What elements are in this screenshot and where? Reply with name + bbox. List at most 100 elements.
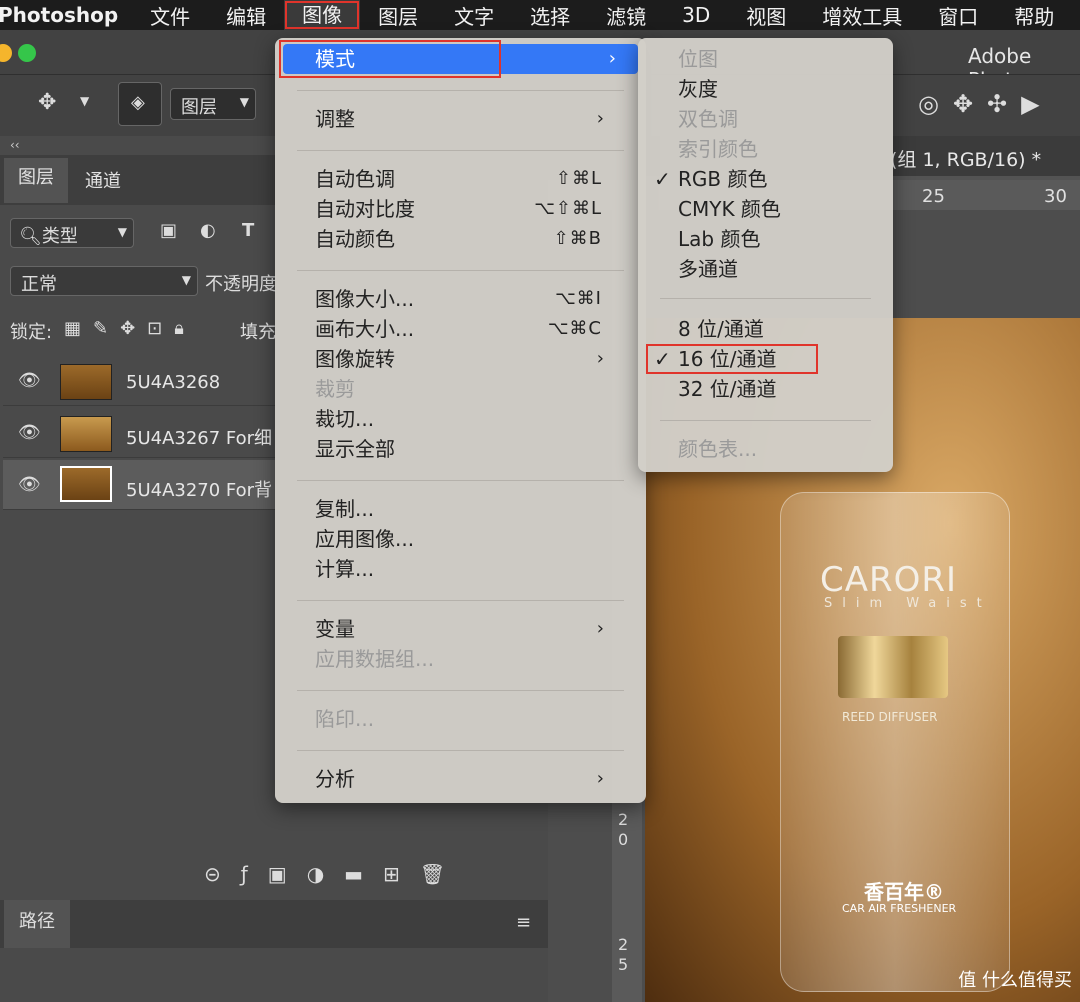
ruler-tick-label: 30 [1044, 186, 1067, 207]
menu-item-variables[interactable]: 变量 › [315, 614, 626, 644]
menu-plugins[interactable]: 增效工具 [804, 1, 920, 30]
chevron-right-icon: › [596, 108, 604, 129]
menu-item-label: 陷印... [315, 707, 375, 731]
tab-layers[interactable]: 图层 [4, 158, 68, 203]
menu-item-label: 颜色表... [678, 437, 758, 461]
ruler-tick-label: 2 [618, 935, 629, 954]
chevron-down-icon[interactable]: ▼ [80, 94, 89, 108]
menu-item-adjust[interactable]: 调整 › [315, 104, 626, 134]
lock-icons[interactable]: ▦✎✥⊡🔒︎ [64, 318, 196, 339]
menu-item-label: 裁切... [315, 407, 375, 431]
tab-channels[interactable]: 通道 [85, 167, 121, 193]
menu-item-cmyk[interactable]: CMYK 颜色 [678, 194, 873, 224]
auto-select-button[interactable]: ◈ [118, 82, 162, 126]
menu-edit[interactable]: 编辑 [208, 1, 284, 30]
menu-item-label: 画布大小... [315, 317, 415, 341]
menu-item-image-rotation[interactable]: 图像旋转 › [315, 344, 626, 374]
menu-item-apply-image[interactable]: 应用图像... [315, 524, 626, 554]
fill-label: 填充 [240, 322, 276, 343]
menu-item-crop: 裁剪 [315, 374, 626, 404]
menu-divider [660, 420, 871, 421]
product-label: CAR AIR FRESHENER [842, 902, 957, 915]
menu-file[interactable]: 文件 [132, 1, 208, 30]
menu-item-label: 裁剪 [315, 377, 355, 401]
tab-paths[interactable]: 路径 [4, 900, 70, 948]
menu-view[interactable]: 视图 [728, 1, 804, 30]
eye-icon[interactable]: 👁︎ [18, 422, 41, 443]
menu-item-reveal-all[interactable]: 显示全部 [315, 434, 626, 464]
menu-item-label: 双色调 [678, 107, 738, 131]
menu-help[interactable]: 帮助 [996, 1, 1072, 30]
menu-item-duplicate[interactable]: 复制... [315, 494, 626, 524]
chevron-right-icon: › [596, 348, 604, 369]
move-tool-icon[interactable]: ✥ [38, 90, 56, 115]
collapse-panel-button[interactable]: ‹‹ [10, 138, 20, 152]
menu-item-label: 应用数据组... [315, 647, 435, 671]
menu-divider [297, 600, 624, 601]
ruler-tick-label: 0 [618, 830, 629, 849]
menu-item-analysis[interactable]: 分析 › [315, 764, 626, 794]
menu-item-grayscale[interactable]: 灰度 [678, 74, 873, 104]
layer-thumbnail [60, 364, 112, 400]
menu-type[interactable]: 文字 [436, 1, 512, 30]
menubar: Photoshop 文件 编辑 图像 图层 文字 选择 滤镜 3D 视图 增效工… [0, 0, 1080, 30]
blend-mode-dropdown[interactable]: 正常 ▼ [10, 266, 198, 296]
adjustment-filter-icon[interactable]: ◐ [200, 220, 216, 241]
panel-menu-icon[interactable]: ≡ [516, 912, 531, 933]
layer-filter-dropdown[interactable]: 🔍︎类型 ▼ [10, 218, 134, 248]
menu-item-auto-color[interactable]: 自动颜色 ⇧⌘B [315, 224, 626, 254]
menu-item-trap: 陷印... [315, 704, 626, 734]
menu-item-label: 复制... [315, 497, 375, 521]
3d-tools-icons[interactable]: ◎✥✣▶ [918, 90, 1054, 118]
menu-divider [297, 480, 624, 481]
type-filter-icon[interactable]: T [242, 220, 254, 241]
app-menu[interactable]: Photoshop [0, 3, 132, 27]
auto-select-value: 图层 [181, 97, 217, 118]
layer-actions-icons[interactable]: ⊝ƒ▣◑▬⊞🗑︎ [204, 862, 465, 886]
menu-divider [297, 90, 624, 91]
menu-item-label: 应用图像... [315, 527, 415, 551]
menu-divider [660, 298, 871, 299]
shortcut: ⇧⌘L [555, 168, 602, 189]
image-filter-icon[interactable]: ▣ [160, 220, 177, 241]
menu-select[interactable]: 选择 [512, 1, 588, 30]
menu-item-lab[interactable]: Lab 颜色 [678, 224, 873, 254]
menu-item-label: 调整 [315, 107, 355, 131]
layer-thumbnail [60, 416, 112, 452]
menu-item-32bit[interactable]: 32 位/通道 [678, 374, 873, 404]
menu-item-trim[interactable]: 裁切... [315, 404, 626, 434]
document-tab-title[interactable]: (组 1, RGB/16) * [890, 145, 1041, 172]
search-icon: 🔍︎ [19, 226, 42, 247]
mode-submenu: 位图 灰度 双色调 索引颜色 ✓ RGB 颜色 CMYK 颜色 Lab 颜色 多通… [638, 38, 893, 472]
menu-item-label: 位图 [678, 47, 718, 71]
menu-filter[interactable]: 滤镜 [588, 1, 664, 30]
menu-item-rgb[interactable]: ✓ RGB 颜色 [654, 164, 873, 194]
shortcut: ⇧⌘B [553, 228, 602, 249]
menu-item-duotone: 双色调 [678, 104, 873, 134]
menu-window[interactable]: 窗口 [920, 1, 996, 30]
menu-item-auto-contrast[interactable]: 自动对比度 ⌥⇧⌘L [315, 194, 626, 224]
menu-item-label: 自动颜色 [315, 227, 395, 251]
menu-item-image-size[interactable]: 图像大小... ⌥⌘I [315, 284, 626, 314]
ruler-tick-label: 25 [922, 186, 945, 207]
menu-item-8bit[interactable]: 8 位/通道 [678, 314, 873, 344]
menu-divider [297, 270, 624, 271]
menu-item-multichannel[interactable]: 多通道 [678, 254, 873, 284]
menu-image[interactable]: 图像 [284, 0, 361, 30]
shortcut: ⌥⌘C [547, 318, 602, 339]
menu-item-auto-tone[interactable]: 自动色调 ⇧⌘L [315, 164, 626, 194]
menu-item-bitmap: 位图 [678, 44, 873, 74]
annotation-highlight-mode [279, 40, 501, 78]
menu-layer[interactable]: 图层 [360, 1, 436, 30]
menu-item-label: 32 位/通道 [678, 377, 777, 401]
menu-item-canvas-size[interactable]: 画布大小... ⌥⌘C [315, 314, 626, 344]
chevron-right-icon: › [596, 768, 604, 789]
zoom-button[interactable] [18, 44, 36, 62]
menu-item-calculations[interactable]: 计算... [315, 554, 626, 584]
menu-item-label: 自动色调 [315, 167, 395, 191]
auto-select-dropdown[interactable]: 图层 ▼ [170, 88, 256, 120]
eye-icon[interactable]: 👁︎ [18, 474, 41, 495]
eye-icon[interactable]: 👁︎ [18, 370, 41, 391]
image-menu: 模式 › 调整 › 自动色调 ⇧⌘L 自动对比度 ⌥⇧⌘L 自动颜色 ⇧⌘B 图像大小..… [275, 38, 646, 803]
menu-3d[interactable]: 3D [664, 3, 728, 27]
